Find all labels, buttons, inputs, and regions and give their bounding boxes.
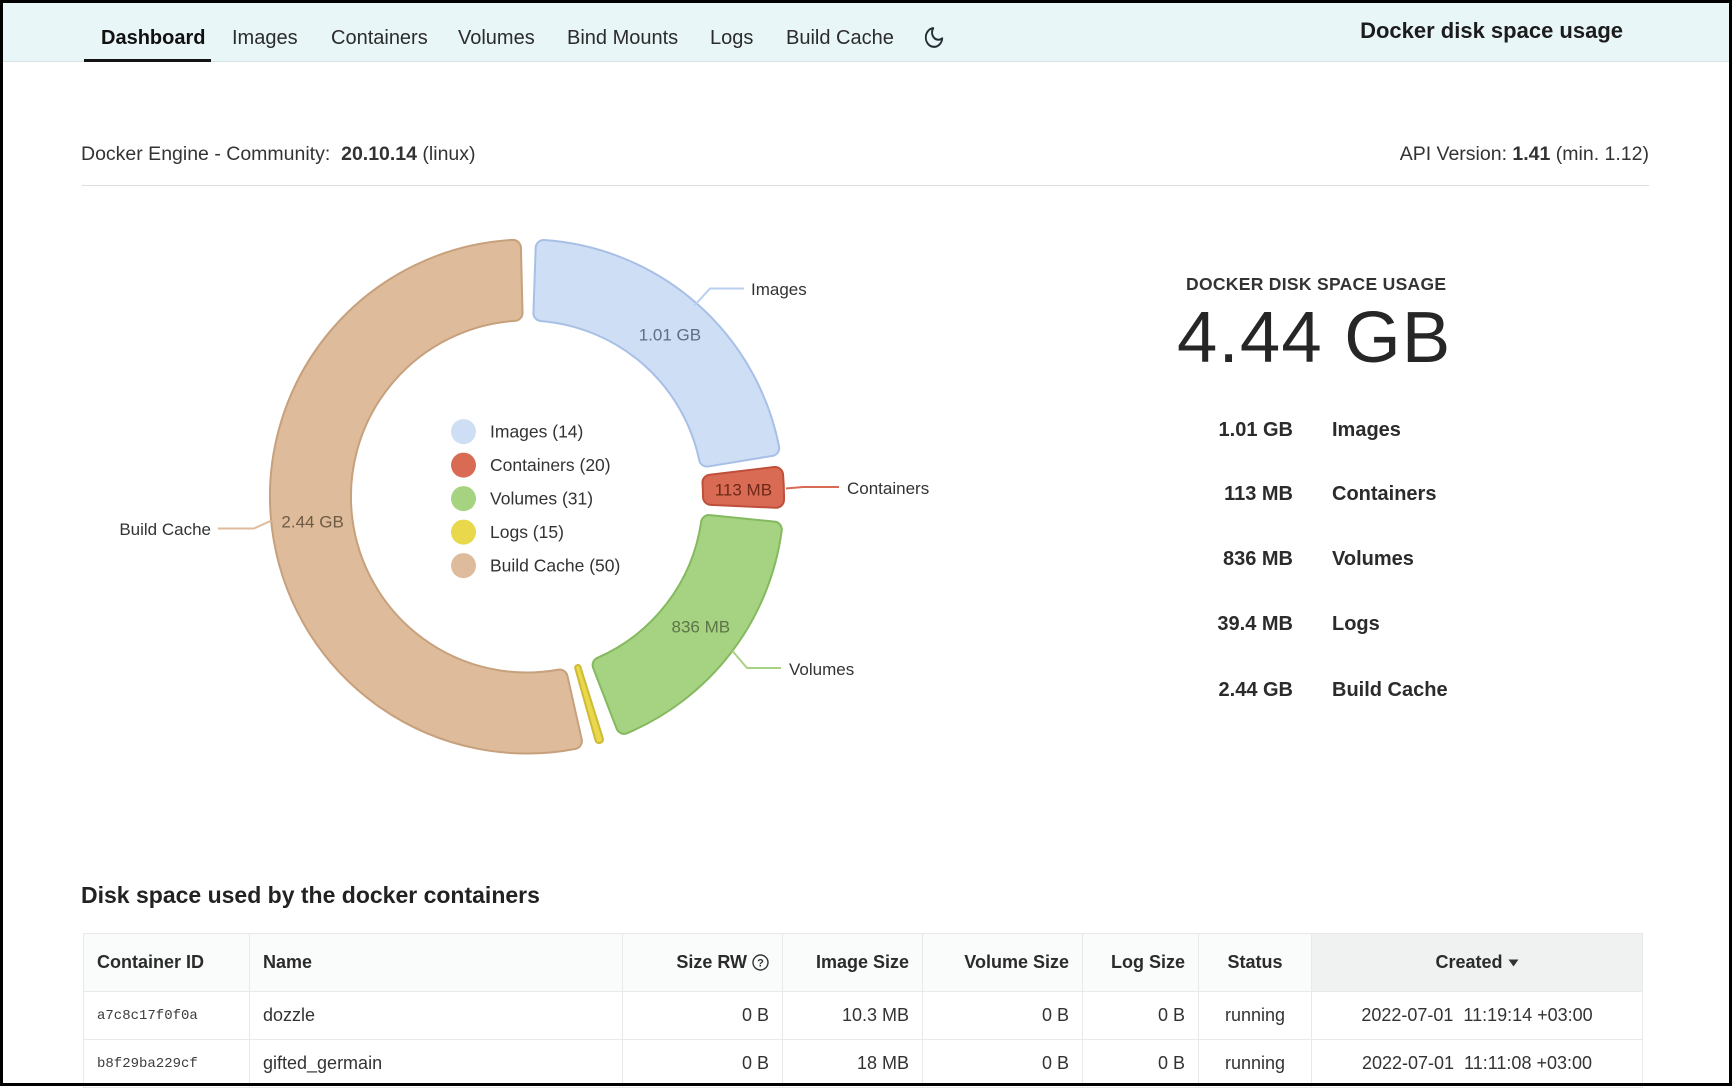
svg-text:Logs (15): Logs (15) <box>490 522 564 542</box>
svg-text:Build Cache: Build Cache <box>119 520 211 539</box>
svg-text:?: ? <box>757 957 764 969</box>
svg-text:1.01 GB: 1.01 GB <box>639 326 701 345</box>
svg-text:Containers (20): Containers (20) <box>490 455 611 475</box>
svg-text:2.44 GB: 2.44 GB <box>281 513 343 532</box>
svg-text:Images: Images <box>751 280 807 299</box>
